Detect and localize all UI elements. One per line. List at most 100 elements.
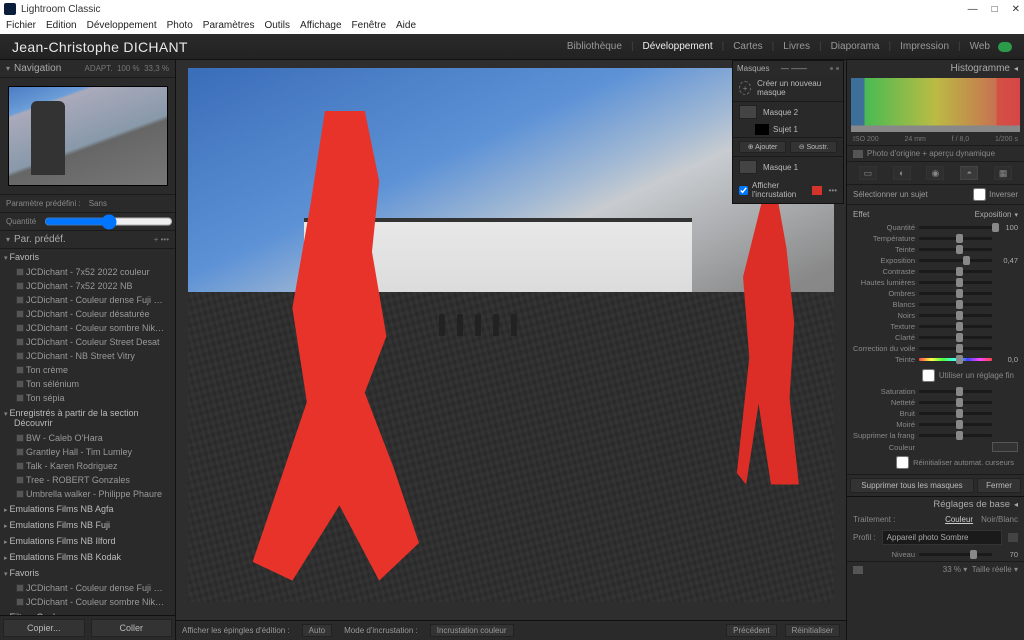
invert-checkbox[interactable] — [973, 188, 986, 201]
slider-track[interactable] — [919, 347, 992, 350]
slider-track[interactable] — [919, 281, 992, 284]
preset-item[interactable]: JCDichant - Couleur sombre Nikon 60% — [0, 595, 175, 609]
nav-zoom-custom[interactable]: 33,3 % — [144, 64, 169, 73]
overlay-mode-select[interactable]: Incrustation couleur — [430, 624, 514, 637]
menu-fichier[interactable]: Fichier — [6, 20, 36, 31]
gradient-tool-icon[interactable]: ▦ — [994, 166, 1012, 180]
slider-track[interactable] — [919, 314, 992, 317]
preset-group[interactable]: Emulations Films NB Kodak — [0, 549, 175, 565]
module-impression[interactable]: Impression — [900, 41, 949, 52]
nav-fit-mode[interactable]: ADAPT. — [84, 64, 112, 73]
preset-item[interactable]: Tree - ROBERT Gonzales — [0, 473, 175, 487]
treatment-bw[interactable]: Noir/Blanc — [981, 515, 1018, 524]
module-web[interactable]: Web — [970, 41, 990, 52]
module-cartes[interactable]: Cartes — [733, 41, 762, 52]
preset-item[interactable]: JCDichant - Couleur dense Fuji Chrome — [0, 581, 175, 595]
paste-button[interactable]: Coller — [91, 619, 173, 637]
copy-button[interactable]: Copier... — [3, 619, 85, 637]
quantity-slider[interactable] — [44, 217, 173, 226]
fine-adjust-checkbox[interactable] — [922, 369, 935, 382]
slider-track[interactable] — [919, 303, 992, 306]
mask-item-2[interactable]: Masque 2 — [733, 102, 843, 122]
add-preset-icon[interactable]: + ••• — [154, 235, 169, 244]
overlay-menu-icon[interactable]: ••• — [829, 186, 837, 195]
mask-item-1[interactable]: Masque 1 — [733, 157, 843, 177]
preset-group[interactable]: Emulations Films NB Fuji — [0, 517, 175, 533]
preset-item[interactable]: Talk - Karen Rodriguez — [0, 459, 175, 473]
menu-développement[interactable]: Développement — [87, 20, 157, 31]
show-overlay-checkbox[interactable] — [739, 186, 748, 195]
navigator-thumbnail[interactable] — [0, 78, 175, 195]
profile-select[interactable]: Appareil photo Sombre — [882, 530, 1002, 545]
module-livres[interactable]: Livres — [783, 41, 810, 52]
crop-tool-icon[interactable]: ▭ — [859, 166, 877, 180]
slider-track[interactable] — [919, 248, 992, 251]
before-after-icon[interactable] — [853, 566, 863, 574]
slider-track[interactable] — [919, 226, 992, 229]
cloud-sync-icon[interactable] — [998, 42, 1012, 52]
delete-all-masks-button[interactable]: Supprimer tous les masques — [850, 478, 974, 493]
mask-subject-1[interactable]: Sujet 1 — [733, 122, 843, 137]
module-bibliothèque[interactable]: Bibliothèque — [567, 41, 622, 52]
presets-header[interactable]: ▾ Par. prédéf. + ••• — [0, 231, 175, 249]
slider-track[interactable] — [919, 412, 992, 415]
masks-panel[interactable]: Masques — —— + Créer un nouveau masque M… — [732, 60, 844, 204]
preset-item[interactable]: JCDichant - Couleur Street Desat — [0, 335, 175, 349]
navigator-header[interactable]: ▾ Navigation ADAPT. 100 % 33,3 % — [0, 60, 175, 78]
create-new-mask-button[interactable]: + Créer un nouveau masque — [733, 75, 843, 102]
previous-button[interactable]: Précédent — [726, 624, 776, 637]
preset-item[interactable]: Grantley Hall - Tim Lumley — [0, 445, 175, 459]
close-masks-button[interactable]: Fermer — [977, 478, 1021, 493]
preset-item[interactable]: BW - Caleb O'Hara — [0, 431, 175, 445]
preset-item[interactable]: JCDichant - 7x52 2022 couleur — [0, 265, 175, 279]
reset-button[interactable]: Réinitialiser — [785, 624, 840, 637]
window-close-button[interactable]: ✕ — [1012, 4, 1020, 15]
menu-photo[interactable]: Photo — [167, 20, 193, 31]
preset-group[interactable]: Favoris — [0, 565, 175, 581]
slider-track[interactable] — [919, 336, 992, 339]
slider-track[interactable] — [919, 401, 992, 404]
slider-track[interactable] — [919, 259, 992, 262]
exposure-header[interactable]: Exposition — [975, 210, 1012, 219]
menu-aide[interactable]: Aide — [396, 20, 416, 31]
slider-track[interactable] — [919, 423, 992, 426]
slider-track[interactable] — [919, 390, 992, 393]
redeye-tool-icon[interactable]: ◉ — [926, 166, 944, 180]
treatment-color[interactable]: Couleur — [945, 515, 973, 524]
mask-add-button[interactable]: ⊕ Ajouter — [739, 141, 786, 153]
menu-affichage[interactable]: Affichage — [300, 20, 342, 31]
window-min-button[interactable]: — — [968, 4, 978, 15]
slider-track[interactable] — [919, 292, 992, 295]
module-développement[interactable]: Développement — [643, 41, 713, 52]
preset-group[interactable]: Emulations Films NB Ilford — [0, 533, 175, 549]
menu-outils[interactable]: Outils — [264, 20, 290, 31]
preset-item[interactable]: JCDichant - Couleur désaturée — [0, 307, 175, 321]
basic-panel-header[interactable]: Réglages de base ◂ — [847, 496, 1024, 512]
menu-fenêtre[interactable]: Fenêtre — [352, 20, 386, 31]
preset-group[interactable]: Emulations Films NB Agfa — [0, 501, 175, 517]
nav-zoom-100[interactable]: 100 % — [117, 64, 140, 73]
slider-track[interactable] — [919, 237, 992, 240]
profile-amount-slider[interactable] — [919, 553, 992, 556]
histogram-header[interactable]: Histogramme ◂ — [847, 60, 1024, 76]
menu-paramètres[interactable]: Paramètres — [203, 20, 255, 31]
preset-item[interactable]: Ton crème — [0, 363, 175, 377]
preset-item[interactable]: JCDichant - Couleur sombre Nikon 60% — [0, 321, 175, 335]
slider-track[interactable] — [919, 434, 992, 437]
module-diaporama[interactable]: Diaporama — [831, 41, 880, 52]
preset-item[interactable]: Umbrella walker - Philippe Phaure — [0, 487, 175, 501]
preset-item[interactable]: Ton sélénium — [0, 377, 175, 391]
preset-item[interactable]: JCDichant - Couleur dense Fuji Chrome — [0, 293, 175, 307]
slider-track[interactable] — [919, 325, 992, 328]
preset-item[interactable]: JCDichant - NB Street Vitry — [0, 349, 175, 363]
preset-group[interactable]: Favoris — [0, 249, 175, 265]
preset-item[interactable]: JCDichant - 7x52 2022 NB — [0, 279, 175, 293]
preset-group[interactable]: Enregistrés à partir de la section Décou… — [0, 405, 175, 431]
profile-browser-icon[interactable] — [1008, 533, 1018, 542]
menu-edition[interactable]: Edition — [46, 20, 77, 31]
slider-track[interactable] — [919, 270, 992, 273]
zoom-scale-select[interactable]: 33 % ▾ Taille réelle ▾ — [943, 565, 1018, 574]
mask-subtract-button[interactable]: ⊖ Soustr. — [790, 141, 837, 153]
hue-slider[interactable] — [919, 358, 992, 361]
window-max-button[interactable]: □ — [992, 4, 998, 15]
